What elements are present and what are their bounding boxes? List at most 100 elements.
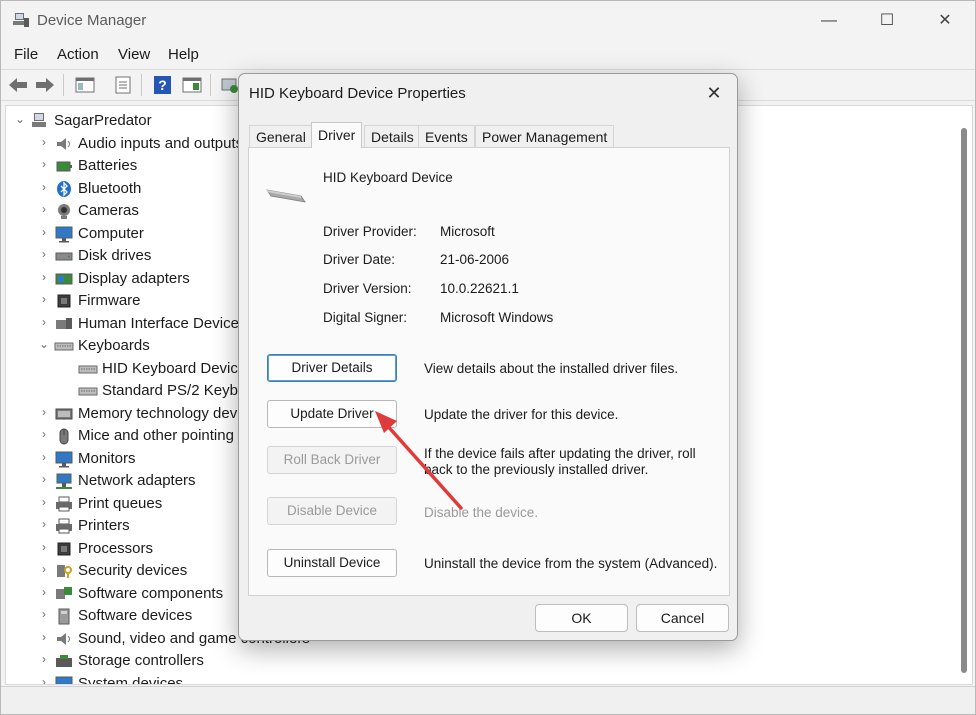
chip-icon xyxy=(57,294,71,308)
chevron-right-icon[interactable]: › xyxy=(38,202,50,216)
menu-bar: File Action View Help xyxy=(1,41,975,67)
uninstall-device-button[interactable]: Uninstall Device xyxy=(267,549,397,577)
update-driver-button[interactable]: Update Driver xyxy=(267,400,397,428)
keyboard-icon xyxy=(78,365,98,373)
chevron-right-icon[interactable]: › xyxy=(38,585,50,599)
mouse-icon xyxy=(59,428,69,445)
chevron-right-icon[interactable]: › xyxy=(38,405,50,419)
properties-icon[interactable] xyxy=(112,75,134,95)
chevron-right-icon[interactable]: › xyxy=(38,247,50,261)
tab-general[interactable]: General xyxy=(249,125,313,147)
chevron-right-icon[interactable]: › xyxy=(38,270,50,284)
tab-details[interactable]: Details xyxy=(364,125,421,147)
disable-device-button[interactable]: Disable Device xyxy=(267,497,397,525)
keyboard-icon xyxy=(78,387,98,396)
dialog-title: HID Keyboard Device Properties xyxy=(249,85,466,102)
speaker-icon xyxy=(57,137,70,150)
dialog-close-icon[interactable]: ✕ xyxy=(699,80,729,106)
disk-icon xyxy=(55,252,73,261)
chevron-right-icon[interactable]: › xyxy=(38,315,50,329)
tree-item-label: Computer xyxy=(78,224,144,242)
back-arrow-icon[interactable] xyxy=(7,75,29,95)
printer-icon xyxy=(56,518,72,534)
camera-icon xyxy=(58,204,70,219)
memory-icon xyxy=(55,408,73,419)
toolbar-separator xyxy=(63,74,64,96)
driver-version-label: Driver Version: xyxy=(323,281,412,296)
display-adapter-icon xyxy=(55,273,73,284)
tree-item-label: Batteries xyxy=(78,157,138,174)
computer-icon xyxy=(32,113,46,127)
properties-dialog: HID Keyboard Device Properties ✕ General… xyxy=(238,73,738,641)
close-button[interactable]: ✕ xyxy=(930,9,960,33)
vertical-scrollbar[interactable] xyxy=(956,106,972,684)
tree-item-label: Software devices xyxy=(78,607,193,624)
tree-item-label: System devices xyxy=(78,674,184,685)
chevron-right-icon[interactable]: › xyxy=(38,225,50,239)
chevron-right-icon[interactable]: › xyxy=(38,607,50,621)
chevron-right-icon[interactable]: › xyxy=(38,495,50,509)
tab-events[interactable]: Events xyxy=(418,125,475,147)
tree-item-label: HID Keyboard Device xyxy=(102,359,247,377)
monitor-icon xyxy=(55,226,73,242)
tab-power-management[interactable]: Power Management xyxy=(475,125,615,147)
menu-help[interactable]: Help xyxy=(168,46,199,63)
disable-device-description: Disable the device. xyxy=(424,505,539,520)
tree-item-label: Firmware xyxy=(78,292,141,309)
tree-item-label: Display adapters xyxy=(78,269,190,287)
tree-item-label: Monitors xyxy=(78,449,136,467)
roll-back-driver-button[interactable]: Roll Back Driver xyxy=(267,446,397,474)
status-bar xyxy=(1,686,975,714)
maximize-button[interactable]: ☐ xyxy=(872,9,902,33)
chevron-down-icon[interactable]: ⌄ xyxy=(38,337,50,351)
driver-date-value: 21-06-2006 xyxy=(440,252,510,267)
chevron-right-icon[interactable]: › xyxy=(38,652,50,666)
chevron-right-icon[interactable]: › xyxy=(38,450,50,464)
tree-item-label: Security devices xyxy=(78,562,188,579)
keyboard-icon xyxy=(266,189,306,203)
bluetooth-icon xyxy=(57,180,71,197)
chevron-right-icon[interactable]: › xyxy=(38,562,50,576)
menu-file[interactable]: File xyxy=(14,46,38,63)
tree-item-label: Human Interface Devices xyxy=(78,314,247,332)
window-title: Device Manager xyxy=(37,12,147,29)
chevron-right-icon[interactable]: › xyxy=(38,675,50,685)
chevron-right-icon[interactable]: › xyxy=(38,180,50,194)
tab-strip: General Driver Details Events Power Mana… xyxy=(249,122,729,148)
menu-view[interactable]: View xyxy=(118,46,150,63)
chevron-right-icon[interactable]: › xyxy=(38,157,50,171)
chevron-right-icon[interactable]: › xyxy=(38,135,50,149)
action-pane-icon[interactable] xyxy=(181,75,203,95)
tree-item-label: Memory technology devices xyxy=(78,404,264,422)
minimize-button[interactable]: — xyxy=(814,9,844,33)
chevron-right-icon[interactable]: › xyxy=(38,630,50,644)
forward-arrow-icon[interactable] xyxy=(34,75,56,95)
driver-details-button[interactable]: Driver Details xyxy=(267,354,397,382)
show-hide-console-tree-icon[interactable] xyxy=(74,75,96,95)
svg-text:?: ? xyxy=(158,77,167,93)
chevron-right-icon[interactable]: › xyxy=(38,472,50,486)
monitor-icon xyxy=(55,676,73,684)
driver-version-value: 10.0.22621.1 xyxy=(440,281,519,296)
uninstall-device-description: Uninstall the device from the system (Ad… xyxy=(424,556,718,571)
tab-driver[interactable]: Driver xyxy=(311,122,363,148)
keyboard-icon xyxy=(54,342,74,351)
tree-item-label: Bluetooth xyxy=(78,179,142,197)
help-icon[interactable]: ? xyxy=(152,75,174,95)
ok-button[interactable]: OK xyxy=(535,604,628,632)
update-driver-description: Update the driver for this device. xyxy=(424,407,619,422)
menu-action[interactable]: Action xyxy=(57,46,99,63)
tree-item-label: Storage controllers xyxy=(78,652,204,669)
tree-item-label: Print queues xyxy=(78,494,163,512)
chevron-right-icon[interactable]: › xyxy=(38,292,50,306)
chevron-right-icon[interactable]: › xyxy=(38,517,50,531)
scrollbar-thumb[interactable] xyxy=(961,128,967,673)
chevron-right-icon[interactable]: › xyxy=(38,540,50,554)
tree-item-label: Disk drives xyxy=(78,247,152,264)
component-icon xyxy=(56,586,72,599)
chevron-right-icon[interactable]: › xyxy=(38,427,50,441)
chevron-down-icon[interactable]: ⌄ xyxy=(14,112,26,126)
title-bar[interactable]: Device Manager — ☐ ✕ xyxy=(1,1,975,41)
cancel-button[interactable]: Cancel xyxy=(636,604,729,632)
tree-item-label: Network adapters xyxy=(78,472,196,489)
